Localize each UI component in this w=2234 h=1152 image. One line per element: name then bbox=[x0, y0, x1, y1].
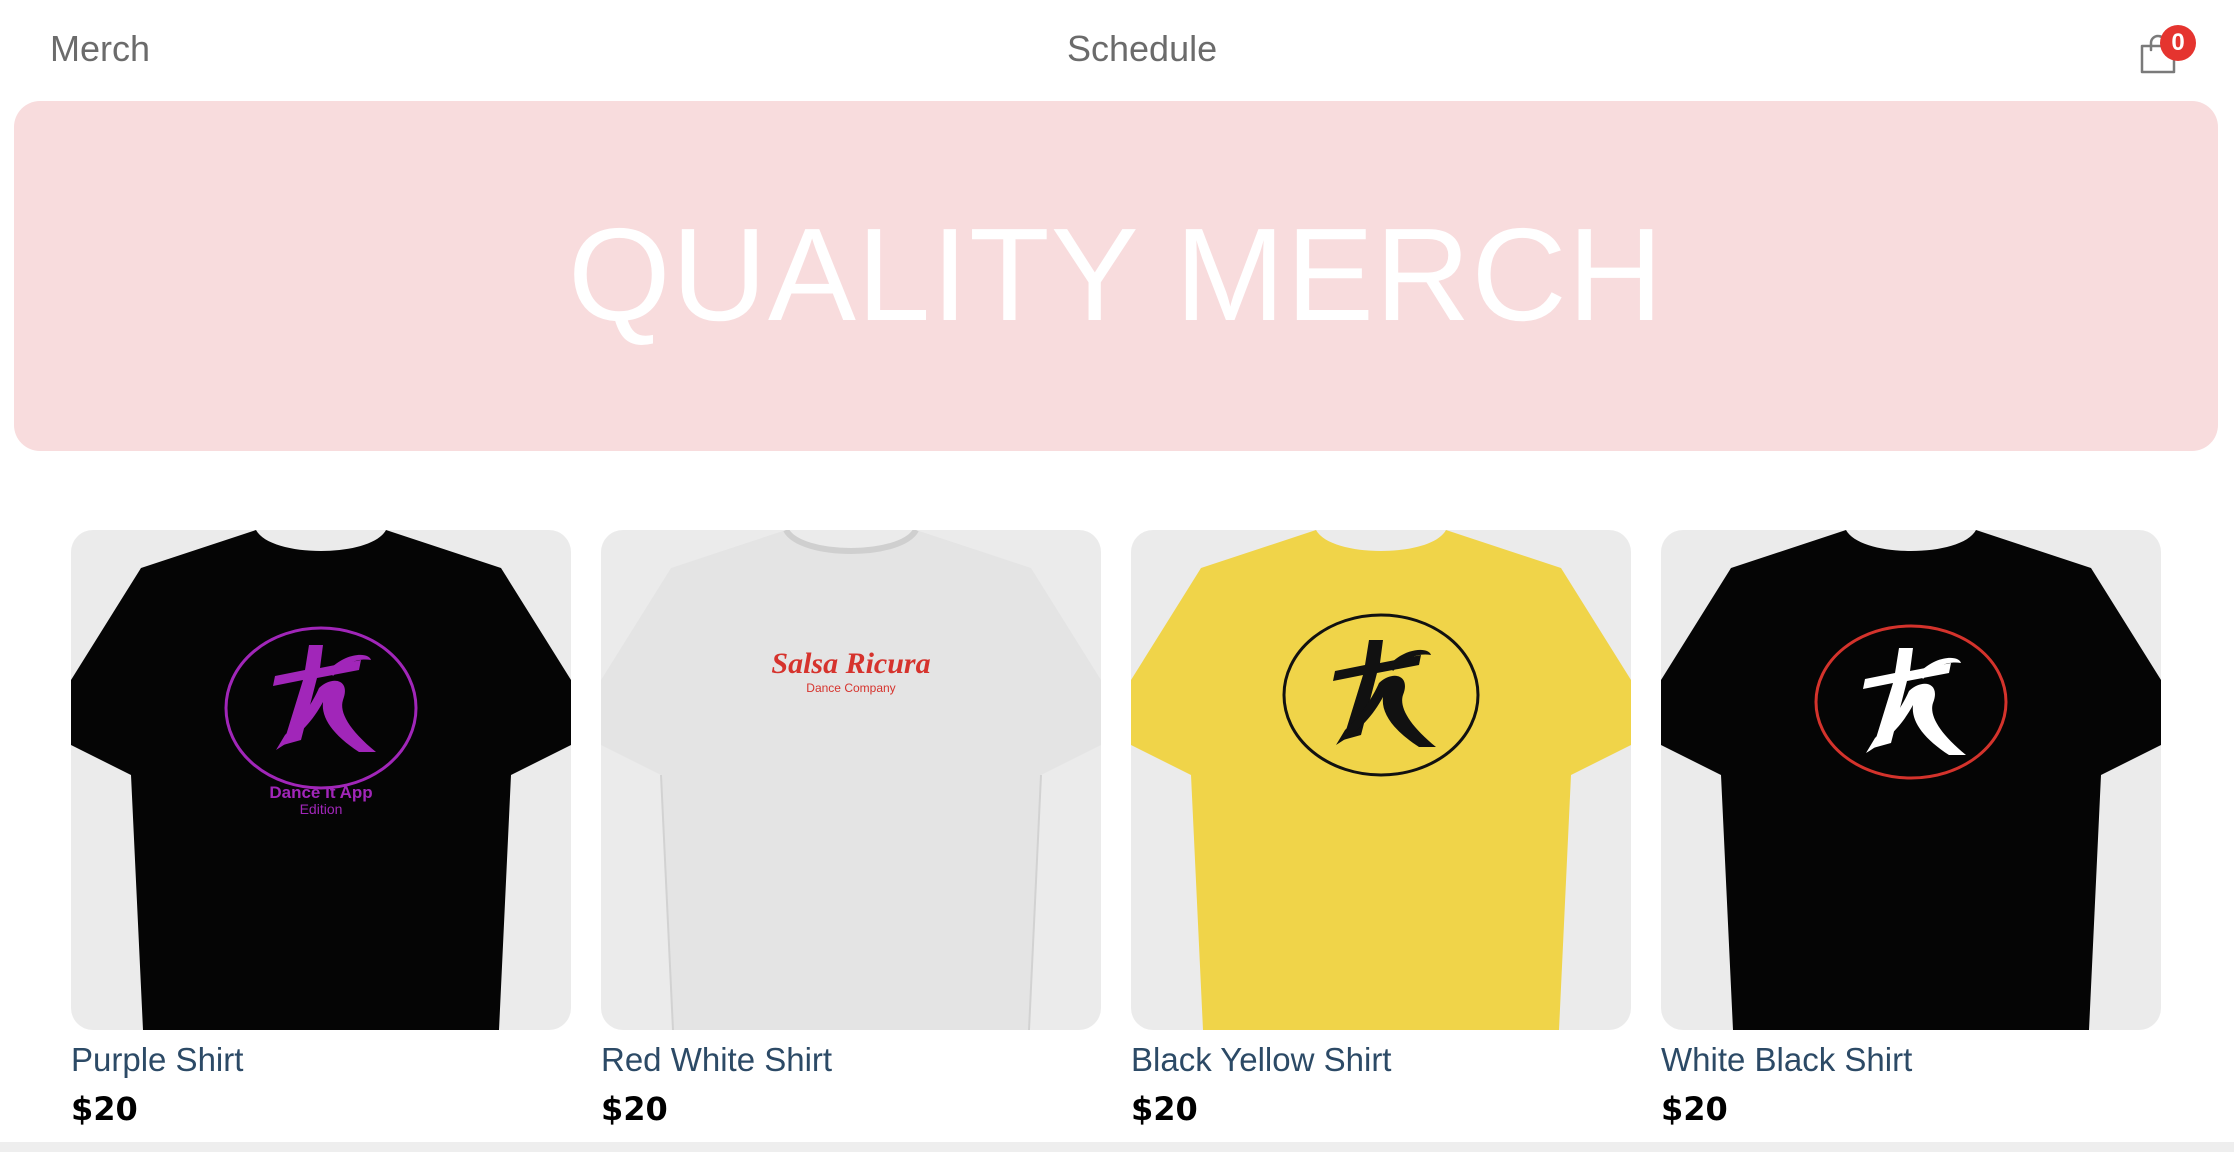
hero-title: QUALITY MERCH bbox=[567, 200, 1665, 348]
shirt-print-line1: Dance It App bbox=[269, 783, 372, 802]
product-image[interactable]: Dance It App Edition bbox=[71, 530, 571, 1030]
nav-merch-link[interactable]: Merch bbox=[50, 28, 150, 70]
product-price: $20 bbox=[1661, 1090, 1728, 1128]
shirt-print-line2: Dance Company bbox=[806, 681, 895, 695]
product-image[interactable] bbox=[1661, 530, 2161, 1030]
product-price: $20 bbox=[601, 1090, 668, 1128]
tshirt-icon: Dance It App Edition bbox=[71, 530, 571, 1030]
salsa-ricura-text: Salsa Ricura bbox=[771, 647, 930, 680]
top-navigation: Merch Schedule 0 bbox=[0, 0, 2234, 100]
product-name[interactable]: Purple Shirt bbox=[71, 1038, 573, 1082]
product-image[interactable] bbox=[1131, 530, 1631, 1030]
product-name[interactable]: Black Yellow Shirt bbox=[1131, 1038, 1633, 1082]
product-name[interactable]: Red White Shirt bbox=[601, 1038, 1103, 1082]
tshirt-icon bbox=[1131, 530, 1631, 1030]
cart-count-badge: 0 bbox=[2160, 25, 2196, 61]
product-price: $20 bbox=[1131, 1090, 1198, 1128]
tshirt-icon bbox=[1661, 530, 2161, 1030]
product-card[interactable]: Black Yellow Shirt $20 bbox=[1131, 530, 1633, 1128]
page-bottom-divider bbox=[0, 1142, 2234, 1152]
product-name[interactable]: White Black Shirt bbox=[1661, 1038, 2163, 1082]
hero-banner: QUALITY MERCH bbox=[14, 101, 2218, 451]
product-card[interactable]: Salsa Ricura Dance Company Red White Shi… bbox=[601, 530, 1103, 1128]
product-image[interactable]: Salsa Ricura Dance Company bbox=[601, 530, 1101, 1030]
tshirt-icon: Salsa Ricura Dance Company bbox=[601, 530, 1101, 1030]
nav-schedule-link[interactable]: Schedule bbox=[1067, 28, 1217, 70]
product-price: $20 bbox=[71, 1090, 138, 1128]
product-card[interactable]: White Black Shirt $20 bbox=[1661, 530, 2163, 1128]
shirt-print-line2: Edition bbox=[300, 801, 343, 817]
product-card[interactable]: Dance It App Edition Purple Shirt $20 bbox=[71, 530, 573, 1128]
